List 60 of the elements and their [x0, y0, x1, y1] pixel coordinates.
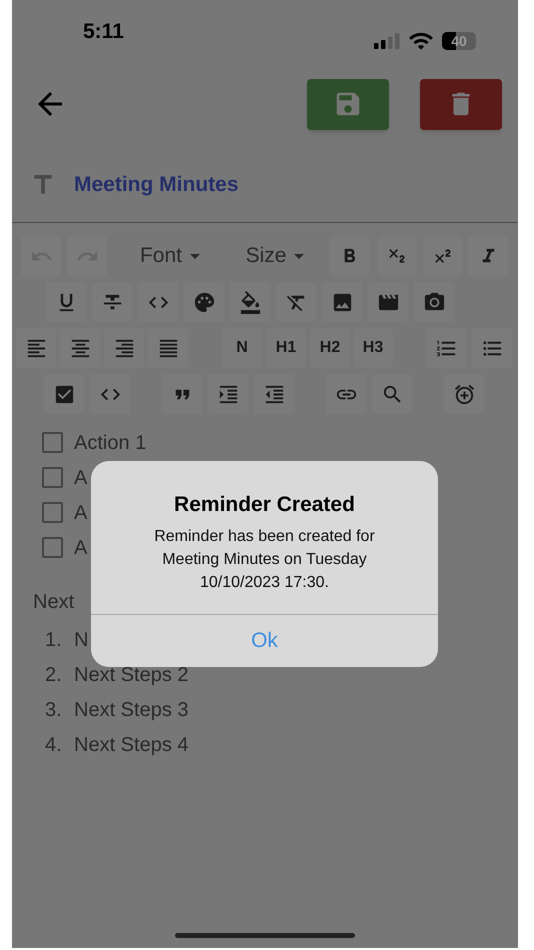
align-left-button[interactable]	[16, 328, 56, 368]
checkbox[interactable]	[42, 467, 63, 488]
italic-button[interactable]	[468, 236, 508, 276]
palette-icon	[192, 290, 216, 314]
size-dropdown[interactable]: Size	[235, 236, 315, 276]
normal-text-button[interactable]: N	[222, 328, 262, 368]
list-number: 3.	[45, 698, 63, 722]
heading-button[interactable]: H3	[353, 328, 393, 368]
font-dropdown[interactable]: Font	[130, 236, 210, 276]
code-block-button[interactable]	[90, 374, 130, 414]
checklist-item-text: A	[74, 500, 88, 526]
list-number: 1.	[45, 628, 63, 652]
code-button[interactable]	[138, 282, 178, 322]
link-button[interactable]	[326, 374, 366, 414]
note-title: Meeting Minutes	[74, 172, 239, 198]
clear-format-button[interactable]	[276, 282, 316, 322]
list-item-text: Next Steps 4	[74, 732, 189, 758]
caret-icon	[294, 254, 304, 258]
bulleted-list-button[interactable]	[472, 328, 512, 368]
fill-color-icon	[238, 290, 262, 314]
list-number: 4.	[45, 732, 63, 758]
outdent-button[interactable]	[254, 374, 294, 414]
checklist-item-text: A	[74, 536, 88, 560]
dialog-title: Reminder Created	[174, 492, 355, 518]
strikethrough-button[interactable]	[92, 282, 132, 322]
search-button[interactable]	[372, 374, 412, 414]
image-button[interactable]	[322, 282, 362, 322]
heading-button[interactable]: H1	[266, 328, 306, 368]
align-right-button[interactable]	[104, 328, 144, 368]
indent-button[interactable]	[208, 374, 248, 414]
status-time: 5:11	[83, 19, 124, 45]
fill-color-button[interactable]	[230, 282, 270, 322]
section-heading: Next	[33, 590, 76, 615]
list-item-text: Next Steps 3	[74, 698, 189, 722]
checkbox[interactable]	[42, 432, 63, 453]
delete-button[interactable]	[420, 78, 502, 130]
reminder-button[interactable]	[444, 374, 484, 414]
checkbox[interactable]	[42, 537, 63, 558]
list-item-text: N	[74, 628, 88, 652]
checklist-button[interactable]	[44, 374, 84, 414]
camera-button[interactable]	[414, 282, 454, 322]
align-center-button[interactable]	[60, 328, 100, 368]
caret-icon	[190, 254, 200, 258]
text-color-button[interactable]	[184, 282, 224, 322]
checkbox[interactable]	[42, 502, 63, 523]
dialog-message: Reminder has been created for Meeting Minutes on Tuesday 10/10/2023 17:30.	[153, 526, 376, 592]
heading-button[interactable]: H2	[310, 328, 350, 368]
checklist-item-text: A	[74, 466, 88, 490]
justify-button[interactable]	[148, 328, 188, 368]
add-alarm-icon	[452, 382, 476, 406]
subscript-button[interactable]	[377, 236, 417, 276]
signal-icon	[374, 33, 400, 49]
checklist-item-text: Action 1	[74, 430, 146, 456]
quote-button[interactable]	[162, 374, 202, 414]
underline-button[interactable]	[46, 282, 86, 322]
superscript-button[interactable]	[423, 236, 463, 276]
bold-button[interactable]	[329, 236, 369, 276]
video-button[interactable]	[368, 282, 408, 322]
list-number: 2.	[45, 662, 63, 688]
numbered-list-button[interactable]	[426, 328, 466, 368]
